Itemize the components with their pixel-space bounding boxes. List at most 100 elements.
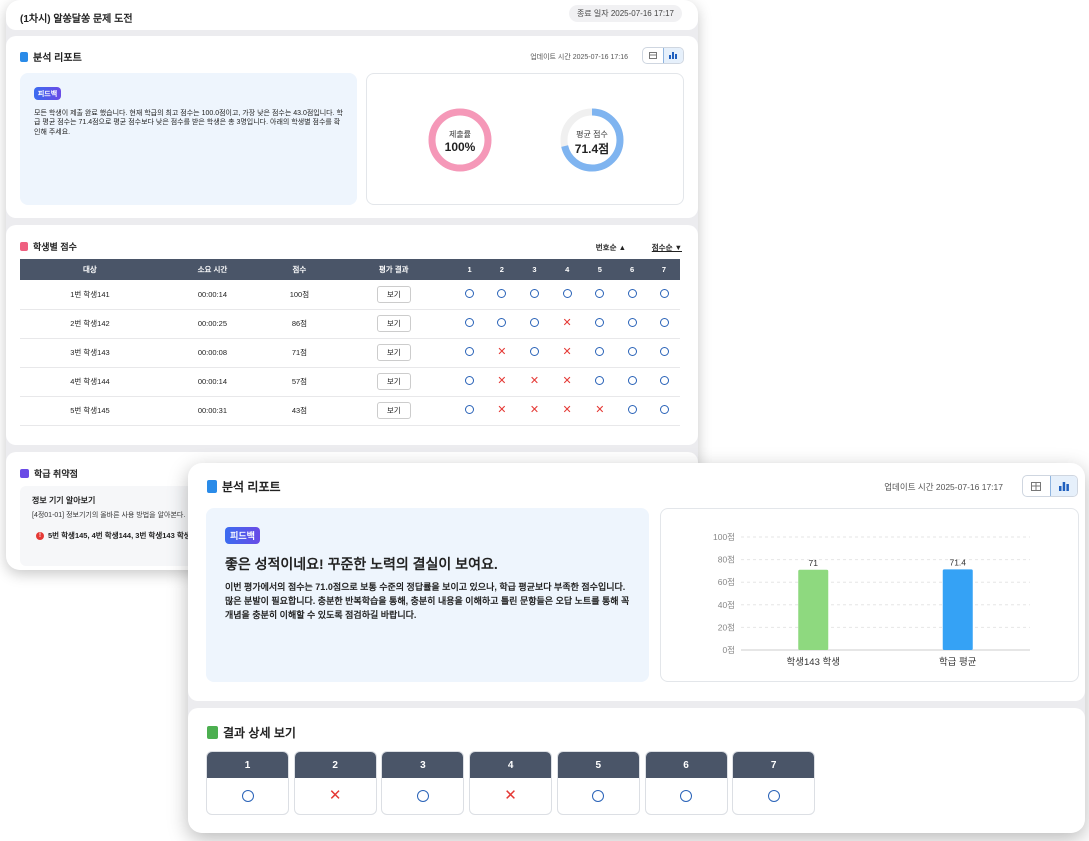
correct-icon bbox=[530, 288, 539, 298]
wrong-icon: ✕ bbox=[562, 404, 572, 416]
donut-panel: 제출률 100% 평균 점수 71.4점 bbox=[366, 73, 684, 205]
correct-icon bbox=[562, 288, 572, 298]
correct-icon bbox=[595, 376, 605, 385]
report-card: 분석 리포트 업데이트 시간 2025-07-16 17:16 피드백 모든 학… bbox=[6, 36, 698, 218]
student-name: 2번 학생142 bbox=[20, 309, 160, 339]
correct-icon bbox=[465, 405, 475, 414]
front-feedback-box: 피드백 좋은 성적이네요! 꾸준한 노력의 결실이 보여요. 이번 평가에서의 … bbox=[206, 508, 649, 682]
y-tick-label: 40점 bbox=[718, 600, 735, 610]
correct-icon bbox=[595, 318, 605, 327]
table-row: 5번 학생145 00:00:31 43점 보기 ✕ ✕ ✕ ✕ bbox=[20, 396, 680, 426]
view-result-button[interactable]: 보기 bbox=[376, 373, 411, 390]
student-score: 57점 bbox=[265, 367, 334, 397]
elapsed-time: 00:00:14 bbox=[159, 280, 266, 310]
wrong-icon: ✕ bbox=[562, 375, 572, 387]
achievement-standard: [4정01-01] 정보기기의 올바른 사용 방법을 알아본다. bbox=[32, 512, 186, 519]
wrong-icon: ✕ bbox=[562, 317, 572, 329]
result-cell: 6 bbox=[644, 751, 728, 815]
correct-icon bbox=[465, 347, 475, 356]
result-detail-card: 결과 상세 보기 1 2 ✕ 3 4 ✕ 5 6 7 bbox=[188, 708, 1085, 833]
question-number: 6 bbox=[645, 752, 727, 778]
wrong-icon: ✕ bbox=[595, 404, 605, 416]
y-tick-label: 80점 bbox=[718, 555, 735, 565]
col-header: 3 bbox=[518, 259, 551, 280]
col-header: 2 bbox=[485, 259, 519, 280]
col-header: 대상 bbox=[20, 259, 160, 280]
score-table-header: 대상 소요 시간 점수 평가 결과 1 2 3 4 5 6 7 bbox=[20, 259, 680, 280]
weak-students: ! 5번 학생145, 4번 학생144, 3번 학생143 학생이 오 bbox=[36, 530, 207, 541]
front-feedback-badge: 피드백 bbox=[225, 527, 260, 544]
update-time: 업데이트 시간 2025-07-16 17:16 bbox=[530, 54, 628, 61]
correct-icon bbox=[627, 347, 637, 356]
correct-icon bbox=[465, 376, 475, 385]
scores-card: 학생별 점수 번호순 ▲ 점수순 ▼ 대상 소요 시간 점수 평가 결과 1 2 3 4 5 6 7… bbox=[6, 225, 698, 445]
result-detail-title: 결과 상세 보기 bbox=[207, 724, 296, 741]
result-cell: 3 bbox=[381, 751, 465, 815]
student-name: 1번 학생141 bbox=[20, 280, 160, 310]
correct-icon bbox=[497, 288, 507, 298]
student-report-card: 분석 리포트 업데이트 시간 2025-07-16 17:17 피드백 좋은 성… bbox=[188, 463, 1085, 701]
student-score: 86점 bbox=[265, 309, 334, 339]
x-tick-label: 학생143 학생 bbox=[787, 657, 840, 668]
student-score: 71점 bbox=[265, 338, 334, 368]
sort-by-score[interactable]: 점수순 ▼ bbox=[652, 242, 682, 253]
student-score: 100점 bbox=[265, 280, 334, 310]
correct-icon bbox=[497, 318, 507, 327]
student-score: 43점 bbox=[265, 396, 334, 426]
feedback-body: 이번 평가에서의 점수는 71.0점으로 보통 수준의 정답률을 보이고 있으나… bbox=[225, 582, 630, 620]
y-tick-label: 100점 bbox=[713, 532, 735, 542]
wrong-icon: ✕ bbox=[497, 346, 507, 358]
y-tick-label: 20점 bbox=[718, 622, 735, 632]
correct-icon bbox=[627, 318, 637, 327]
feedback-box: 피드백 모든 학생이 제출 완료 했습니다. 현재 학급의 최고 점수는 100… bbox=[20, 73, 357, 205]
view-result-button[interactable]: 보기 bbox=[376, 402, 411, 419]
report-icon bbox=[207, 480, 217, 493]
avg-score-label: 평균 점수 71.4점 bbox=[574, 130, 610, 156]
correct-icon bbox=[530, 347, 539, 356]
correct-icon bbox=[592, 790, 605, 802]
wrong-icon: ✕ bbox=[504, 787, 517, 804]
score-table-body: 1번 학생141 00:00:14 100점 보기 2번 학생142 00:00:25 86… bbox=[20, 280, 680, 426]
col-header: 6 bbox=[616, 259, 649, 280]
bar-chart: 0점 20점 40점 60점 80점 100점 71 학생143 학생 71.4 학급 평균 bbox=[713, 532, 1030, 668]
chart-view-icon[interactable] bbox=[662, 48, 683, 63]
wrong-icon: ✕ bbox=[497, 375, 507, 387]
view-toggle bbox=[642, 47, 684, 64]
correct-icon bbox=[767, 790, 780, 802]
back-header: (1차시) 알쏭달쏭 문제 도전 종료 일자 2025-07-16 17:17 bbox=[6, 0, 698, 30]
y-tick-label: 0점 bbox=[722, 645, 735, 655]
view-result-button[interactable]: 보기 bbox=[376, 285, 411, 303]
col-header: 5 bbox=[583, 259, 617, 280]
student-name: 5번 학생145 bbox=[20, 396, 160, 426]
data-label: 71 bbox=[809, 558, 819, 568]
result-cell: 5 bbox=[556, 751, 640, 815]
view-result-button[interactable]: 보기 bbox=[376, 344, 411, 361]
correct-icon bbox=[465, 318, 475, 327]
question-number: 4 bbox=[470, 752, 552, 778]
sort-by-number[interactable]: 번호순 ▲ bbox=[596, 242, 626, 253]
correct-icon bbox=[627, 376, 637, 385]
result-cell: 2 ✕ bbox=[293, 751, 377, 815]
elapsed-time: 00:00:25 bbox=[159, 309, 266, 339]
table-view-icon[interactable] bbox=[643, 48, 663, 63]
table-row: 1번 학생141 00:00:14 100점 보기 bbox=[20, 280, 680, 310]
comparison-chart: 0점 20점 40점 60점 80점 100점 71 학생143 학생 71.4 학급 평균 bbox=[660, 508, 1079, 682]
correct-icon bbox=[416, 790, 429, 802]
question-number: 2 bbox=[294, 752, 376, 778]
result-cell: 7 bbox=[732, 751, 816, 815]
chart-view-icon[interactable] bbox=[1049, 476, 1077, 496]
correct-icon bbox=[659, 376, 669, 385]
checkbox-icon bbox=[20, 469, 29, 478]
col-header: 4 bbox=[550, 259, 584, 280]
col-header: 소요 시간 bbox=[159, 259, 266, 280]
correct-icon bbox=[530, 318, 539, 327]
view-result-button[interactable]: 보기 bbox=[376, 315, 411, 332]
elapsed-time: 00:00:14 bbox=[159, 367, 266, 397]
col-header: 7 bbox=[648, 259, 680, 280]
report-icon bbox=[20, 51, 28, 62]
feedback-text: 모든 학생이 제출 완료 했습니다. 현재 학급의 최고 점수는 100.0점이… bbox=[34, 110, 343, 136]
weakness-title: 학급 취약점 bbox=[20, 467, 78, 480]
correct-icon bbox=[595, 288, 605, 298]
student-name: 4번 학생144 bbox=[20, 367, 160, 397]
table-view-icon[interactable] bbox=[1023, 476, 1050, 496]
